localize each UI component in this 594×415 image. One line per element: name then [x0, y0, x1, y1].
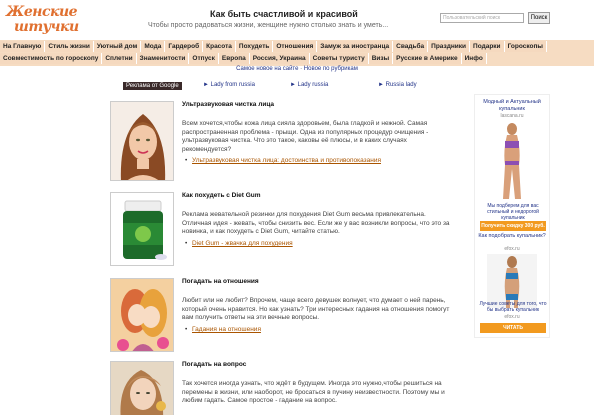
news-line: Самое новое на сайте · Новое по рубрикам: [0, 66, 594, 75]
site-logo[interactable]: Женские штучки: [6, 4, 86, 36]
sidebar-ad-title-2[interactable]: Как подобрать купальник?: [477, 233, 547, 240]
article-link[interactable]: Ультразвуковая чистка лица: достоинства …: [185, 157, 381, 164]
nav-item[interactable]: Европа: [218, 53, 250, 64]
site-subtitle: Чтобы просто радоваться жизни, женщине н…: [148, 22, 389, 29]
logo-line2: штучки: [14, 19, 79, 35]
nav-item[interactable]: Сплетни: [102, 53, 137, 64]
article-text: Так хочется иногда узнать, что ждёт в бу…: [182, 380, 445, 404]
article-title[interactable]: Погадать на отношения: [182, 278, 259, 285]
ad-link-2[interactable]: ► Lady russia: [290, 82, 328, 90]
article-thumbnail[interactable]: [110, 192, 174, 266]
header: Женские штучки Как быть счастливой и кра…: [0, 0, 594, 40]
nav-item[interactable]: Совместимость по гороскопу: [0, 53, 103, 64]
nav-item[interactable]: Знаменитости: [136, 53, 190, 64]
discount-button[interactable]: Получить скидку 300 руб.: [480, 221, 546, 231]
swimsuit-image-2[interactable]: [487, 254, 537, 308]
article-link[interactable]: Diet Gum - жвачка для похудения: [185, 240, 293, 247]
search-input[interactable]: Пользовательский поиск: [440, 13, 524, 23]
new-by-category-link[interactable]: Новое по рубрикам: [304, 66, 358, 72]
nav-item[interactable]: Инфо: [461, 53, 487, 64]
read-button[interactable]: ЧИТАТЬ: [480, 323, 546, 333]
nav-item[interactable]: Свадьба: [393, 41, 429, 52]
nav-item[interactable]: Русские в Америке: [393, 53, 462, 64]
sidebar-ad-site-3: efox.ru: [504, 314, 520, 320]
sidebar-ad: Модный и Актуальный купальник lascana.ru…: [474, 94, 550, 338]
nav-item[interactable]: На Главную: [0, 41, 46, 52]
nav-item[interactable]: Советы туристу: [309, 53, 369, 64]
article-title[interactable]: Как похудеть с Diet Gum: [182, 192, 261, 199]
nav-item[interactable]: Визы: [368, 53, 394, 64]
article-link[interactable]: Гадания на отношения: [185, 326, 261, 333]
article-title[interactable]: Ультразвуковая чистка лица: [182, 101, 274, 108]
nav-item[interactable]: Подарки: [470, 41, 505, 52]
sidebar-ad-caption-1: Мы подберем для вас стильный и недорогой…: [487, 203, 539, 221]
article-text: Всем хочется,чтобы кожа лица сияла здоро…: [182, 120, 429, 153]
article-card: Ультразвуковая чистка лица Всем хочется,…: [110, 101, 450, 181]
article-thumbnail[interactable]: [110, 361, 174, 415]
article-text: Любит или не любит? Впрочем, чаще всего …: [182, 297, 450, 321]
logo-line1: Женские: [6, 4, 78, 20]
article-card: Погадать на отношения Любит или не любит…: [110, 278, 450, 352]
ad-link-1[interactable]: ► Lady from russia: [203, 82, 255, 90]
nav-item[interactable]: Россия, Украина: [249, 53, 310, 64]
article-card: Как похудеть с Diet Gum Реклама жеватель…: [110, 192, 450, 266]
article-text: Реклама жевательной резинки для похудени…: [182, 211, 450, 235]
article-card: Погадать на вопрос Так хочется иногда уз…: [110, 361, 450, 415]
nav-item[interactable]: Стиль жизни: [45, 41, 94, 52]
sidebar-ad-site-2: efox.ru: [504, 246, 520, 252]
search-button[interactable]: Поиск: [528, 12, 550, 24]
sidebar-ad-caption-2: Лучшие советы для того, что бы выбрать к…: [479, 301, 547, 313]
newest-link[interactable]: Самое новое на сайте: [236, 66, 298, 72]
article-thumbnail[interactable]: [110, 101, 174, 181]
nav-item[interactable]: Праздники: [428, 41, 471, 52]
nav-item[interactable]: Уютный дом: [93, 41, 142, 52]
nav-item[interactable]: Гороскопы: [504, 41, 547, 52]
ad-link-3[interactable]: ► Russia lady: [378, 82, 417, 90]
swimsuit-image-1[interactable]: [483, 121, 541, 201]
nav-item[interactable]: Мода: [141, 41, 166, 52]
nav-item[interactable]: Красота: [203, 41, 236, 52]
nav-row-2: Совместимость по гороскопу Сплетни Знамени…: [0, 53, 487, 65]
sidebar-ad-title-1[interactable]: Модный и Актуальный купальник: [477, 99, 547, 113]
sidebar-ad-site-1: lascana.ru: [500, 113, 524, 119]
nav-item[interactable]: Похудеть: [235, 41, 274, 52]
nav-item[interactable]: Отпуск: [189, 53, 219, 64]
nav-item[interactable]: Гардероб: [165, 41, 204, 52]
article-title[interactable]: Погадать на вопрос: [182, 361, 246, 368]
site-title: Как быть счастливой и красивой: [210, 9, 358, 19]
nav-item[interactable]: Замуж за иностранца: [317, 41, 394, 52]
article-thumbnail[interactable]: [110, 278, 174, 352]
nav-item[interactable]: Отношения: [273, 41, 318, 52]
nav-row-1: На Главную Стиль жизни Уютный дом Мода Гарде…: [0, 41, 547, 53]
google-ads-label[interactable]: Реклама от Google: [123, 82, 182, 90]
